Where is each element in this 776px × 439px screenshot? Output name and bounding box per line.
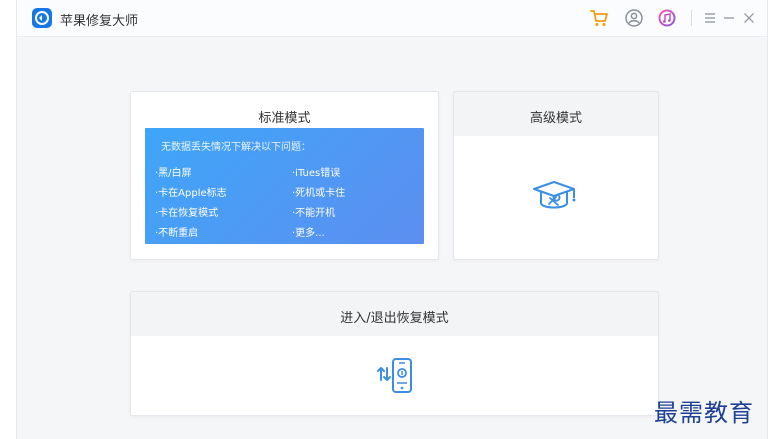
- toolbar-divider: [691, 10, 692, 26]
- user-icon[interactable]: [624, 8, 644, 28]
- cart-icon[interactable]: [589, 8, 609, 28]
- minimize-icon[interactable]: [719, 8, 739, 28]
- issue-item: ·不断重启: [155, 228, 199, 239]
- issue-item: ·卡在Apple标志: [155, 188, 227, 199]
- standard-mode-info-box: 无数据丢失情况下解决以下问题： ·黑/白屏 ·iTues错误 ·卡在Apple标…: [145, 128, 424, 244]
- app-window: 苹果修复大师 标准模式 无数据丢失情况下解决以下问题： ·黑/白屏 ·iTues…: [16, 0, 768, 439]
- issue-item: ·iTues错误: [292, 168, 341, 179]
- main-content: 标准模式 无数据丢失情况下解决以下问题： ·黑/白屏 ·iTues错误 ·卡在A…: [17, 37, 767, 439]
- issue-item: ·不能开机: [292, 208, 336, 219]
- advanced-mode-card[interactable]: 高级模式: [453, 91, 659, 260]
- close-icon[interactable]: [739, 8, 759, 28]
- phone-recovery-icon: [375, 356, 417, 398]
- advanced-mode-title: 高级模式: [529, 111, 582, 126]
- recovery-mode-card[interactable]: 进入/退出恢复模式: [130, 291, 659, 416]
- app-title: 苹果修复大师: [60, 14, 139, 29]
- issue-item: ·更多...: [292, 228, 325, 239]
- standard-mode-title: 标准模式: [258, 111, 311, 126]
- watermark: 最需教育: [654, 399, 754, 427]
- title-bar: 苹果修复大师: [17, 0, 767, 37]
- standard-mode-description: 无数据丢失情况下解决以下问题：: [161, 142, 311, 153]
- issue-item: ·黑/白屏: [155, 168, 192, 179]
- app-logo: [32, 8, 52, 28]
- recovery-mode-title: 进入/退出恢复模式: [340, 311, 449, 326]
- menu-icon[interactable]: [700, 8, 720, 28]
- issue-item: ·死机或卡住: [292, 188, 346, 199]
- itunes-icon[interactable]: [657, 8, 677, 28]
- standard-mode-card[interactable]: 标准模式 无数据丢失情况下解决以下问题： ·黑/白屏 ·iTues错误 ·卡在A…: [130, 91, 439, 260]
- issue-item: ·卡在恢复模式: [155, 208, 219, 219]
- graduation-cap-tools-icon: [530, 179, 582, 221]
